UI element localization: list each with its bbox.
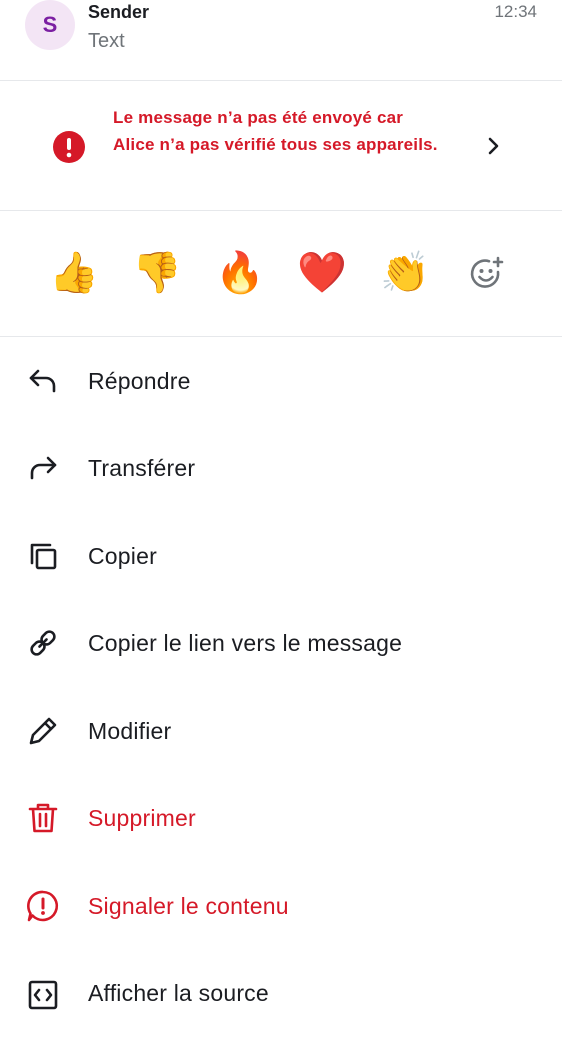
menu-item-label: Afficher la source [88,980,269,1006]
avatar[interactable]: S [25,0,75,50]
menu-item-forward[interactable]: Transférer [0,425,562,512]
menu-item-label: Copier le lien vers le message [88,630,403,656]
add-reaction-icon[interactable] [468,255,506,293]
message-preview: Text [88,30,125,52]
menu-item-label: Signaler le contenu [88,893,289,919]
forward-icon [30,456,57,480]
divider [0,210,562,211]
link-icon [30,630,56,656]
alert-message: Le message n’a pas été envoyé car Alice … [113,108,438,154]
chevron-right-icon[interactable] [482,135,504,157]
menu-item-copy-link[interactable]: Copier le lien vers le message [0,600,562,687]
reaction-thumbs-down[interactable]: 👎 [132,248,182,298]
error-circle-icon [53,131,85,163]
menu-item-reply[interactable]: Répondre [0,338,562,425]
menu-item-copy[interactable]: Copier [0,513,562,600]
report-icon [27,890,59,922]
menu-item-label: Répondre [88,368,191,394]
menu-item-label: Copier [88,543,157,569]
reply-icon [29,369,56,393]
sender-name: Sender [88,2,150,22]
menu-item-delete[interactable]: Supprimer [0,775,562,862]
reaction-clap[interactable]: 👏 [380,248,430,298]
edit-icon [29,717,57,745]
reaction-thumbs-up[interactable]: 👍 [49,248,99,298]
copy-icon [30,543,57,570]
menu-item-report[interactable]: Signaler le contenu [0,863,562,950]
menu-item-label: Transférer [88,455,196,481]
message-timestamp: 12:34 [494,2,537,21]
menu-item-label: Supprimer [88,805,196,831]
menu-item-view-source[interactable]: Afficher la source [0,950,562,1037]
reaction-fire[interactable]: 🔥 [215,248,265,298]
delete-icon [28,803,58,833]
message-header: S Sender Text 12:34 [0,0,562,80]
menu-item-edit[interactable]: Modifier [0,688,562,775]
reaction-heart[interactable]: ❤️ [297,248,347,298]
divider [0,336,562,337]
menu-item-label: Modifier [88,718,172,744]
view-source-icon [28,980,58,1010]
